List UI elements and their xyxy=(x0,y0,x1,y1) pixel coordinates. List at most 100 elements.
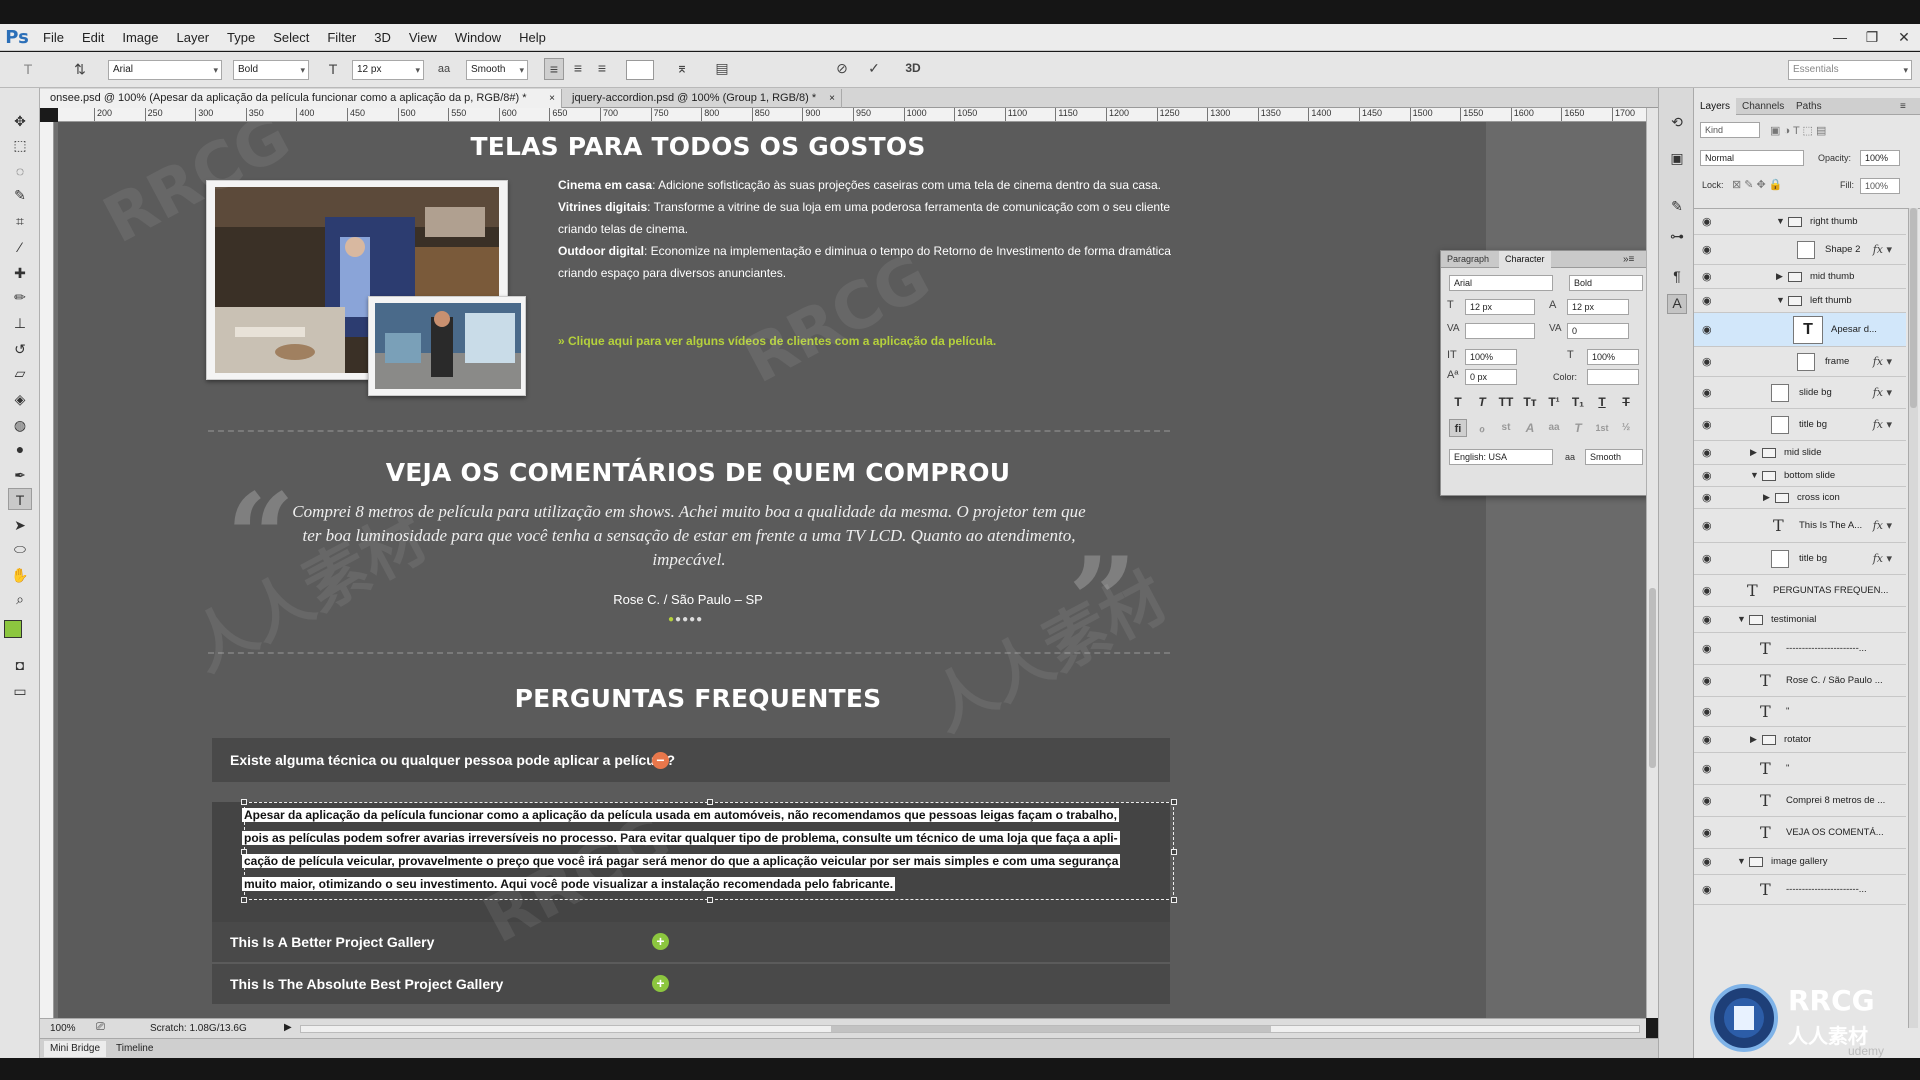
swash-icon[interactable]: A xyxy=(1521,419,1539,437)
actions-panel-icon[interactable]: ▣ xyxy=(1667,150,1687,170)
3d-text-icon[interactable]: 3D xyxy=(900,58,926,78)
workspace-select[interactable]: Essentials xyxy=(1788,60,1912,80)
layer-row[interactable]: ◉ T -----------------------... xyxy=(1694,875,1906,905)
plus-icon[interactable]: + xyxy=(652,933,669,950)
marquee-tool-icon[interactable]: ⬚ xyxy=(8,134,32,156)
visibility-eye-icon[interactable]: ◉ xyxy=(1702,613,1712,626)
visibility-eye-icon[interactable]: ◉ xyxy=(1702,762,1712,775)
character-panel-icon[interactable]: A xyxy=(1667,294,1687,314)
layer-row[interactable]: ◉ T VEJA OS COMENTÁ... xyxy=(1694,817,1906,849)
discretionary-ligatures-icon[interactable]: st xyxy=(1497,419,1515,437)
layer-row[interactable]: ◉ T PERGUNTAS FREQUEN... xyxy=(1694,575,1906,607)
ligatures-icon[interactable]: fi xyxy=(1449,419,1467,437)
panel-menu-icon[interactable]: ≡ xyxy=(1894,98,1912,115)
zoom-tool-icon[interactable]: ⌕ xyxy=(8,588,32,610)
dodge-tool-icon[interactable]: ● xyxy=(8,438,32,460)
layer-effects-icon[interactable]: fx ▾ xyxy=(1873,519,1892,532)
faq-item-3[interactable]: This Is The Absolute Best Project Galler… xyxy=(212,964,1170,1004)
quick-mask-icon[interactable]: ◘ xyxy=(8,654,32,676)
minimize-button[interactable]: — xyxy=(1824,24,1856,50)
layer-row[interactable]: ◉ T Comprei 8 metros de ... xyxy=(1694,785,1906,817)
menu-layer[interactable]: Layer xyxy=(168,30,219,45)
layer-row[interactable]: ◉ slide bg fx ▾ xyxy=(1694,377,1906,409)
contextual-alternates-icon[interactable]: ℴ xyxy=(1473,419,1491,437)
warp-text-icon[interactable]: ⌆ xyxy=(672,58,692,78)
fill-field[interactable]: 100% xyxy=(1860,178,1900,194)
expand-arrow-icon[interactable]: ▶ xyxy=(1763,492,1770,503)
layer-row[interactable]: ◉ frame fx ▾ xyxy=(1694,347,1906,377)
paint-bucket-tool-icon[interactable]: ◈ xyxy=(8,388,32,410)
layer-row[interactable]: ◉ T -----------------------... xyxy=(1694,633,1906,665)
screen-mode-icon[interactable]: ▭ xyxy=(8,680,32,702)
foreground-color-swatch[interactable] xyxy=(4,620,22,638)
faq-item-1[interactable]: Existe alguma técnica ou qualquer pessoa… xyxy=(212,738,1170,782)
close-tab-icon[interactable]: × xyxy=(829,89,835,108)
menu-help[interactable]: Help xyxy=(510,30,555,45)
path-select-tool-icon[interactable]: ➤ xyxy=(8,514,32,536)
text-color-swatch[interactable] xyxy=(626,60,654,80)
healing-brush-tool-icon[interactable]: ✚ xyxy=(8,262,32,284)
menu-3d[interactable]: 3D xyxy=(365,30,400,45)
cp-vertical-scale[interactable]: 100% xyxy=(1465,349,1517,365)
ellipse-tool-icon[interactable]: ⬭ xyxy=(8,538,32,560)
expand-arrow-icon[interactable]: ▶ xyxy=(1776,271,1783,282)
visibility-eye-icon[interactable]: ◉ xyxy=(1702,552,1712,565)
brush-panel-icon[interactable]: ✎ xyxy=(1667,198,1687,218)
tab-timeline[interactable]: Timeline xyxy=(110,1041,159,1057)
font-style-select[interactable]: Bold xyxy=(233,60,309,80)
brush-tool-icon[interactable]: ✏ xyxy=(8,286,32,308)
collapse-arrow-icon[interactable]: ▼ xyxy=(1750,470,1759,480)
cp-antialias[interactable]: Smooth xyxy=(1585,449,1643,465)
layer-row[interactable]: ◉ ▶ rotator xyxy=(1694,727,1906,753)
resize-handle[interactable] xyxy=(707,897,713,903)
lasso-tool-icon[interactable]: ◌ xyxy=(8,160,32,182)
tab-paths[interactable]: Paths xyxy=(1790,98,1828,115)
small-caps-icon[interactable]: Tт xyxy=(1521,393,1539,411)
visibility-eye-icon[interactable]: ◉ xyxy=(1702,642,1712,655)
visibility-eye-icon[interactable]: ◉ xyxy=(1702,323,1712,336)
cp-leading[interactable]: 12 px xyxy=(1567,299,1629,315)
rotator-dots[interactable]: ●●●●● xyxy=(668,614,703,625)
layer-effects-icon[interactable]: fx ▾ xyxy=(1873,355,1892,368)
menu-image[interactable]: Image xyxy=(113,30,167,45)
layer-effects-icon[interactable]: fx ▾ xyxy=(1873,552,1892,565)
visibility-eye-icon[interactable]: ◉ xyxy=(1702,674,1712,687)
paragraph-panel-icon[interactable]: ¶ xyxy=(1667,268,1687,288)
visibility-eye-icon[interactable]: ◉ xyxy=(1702,519,1712,532)
cp-tracking[interactable]: 0 xyxy=(1567,323,1629,339)
ordinals-icon[interactable]: 1st xyxy=(1593,419,1611,437)
close-tab-icon[interactable]: × xyxy=(549,89,555,108)
collapse-arrow-icon[interactable]: ▼ xyxy=(1737,614,1746,624)
subscript-icon[interactable]: T₁ xyxy=(1569,393,1587,411)
visibility-eye-icon[interactable]: ◉ xyxy=(1702,883,1712,896)
tab-paragraph[interactable]: Paragraph xyxy=(1441,251,1495,268)
status-menu-arrow-icon[interactable]: ▶ xyxy=(284,1022,292,1033)
layer-row[interactable]: ◉ ▼ bottom slide xyxy=(1694,465,1906,487)
expand-arrow-icon[interactable]: ▶ xyxy=(1750,447,1757,458)
document-tab-onsee[interactable]: onsee.psd @ 100% (Apesar da aplicação da… xyxy=(40,89,562,108)
menu-view[interactable]: View xyxy=(400,30,446,45)
layer-row[interactable]: ◉ T Apesar d... xyxy=(1694,313,1906,347)
minus-icon[interactable]: − xyxy=(652,752,669,769)
feature-videos-link[interactable]: » Clique aqui para ver alguns vídeos de … xyxy=(558,334,996,348)
faux-italic-icon[interactable]: T xyxy=(1473,393,1491,411)
cp-font-style[interactable]: Bold xyxy=(1569,275,1643,291)
layer-row[interactable]: ◉ T " xyxy=(1694,697,1906,727)
plus-icon[interactable]: + xyxy=(652,975,669,992)
layer-effects-icon[interactable]: fx ▾ xyxy=(1873,418,1892,431)
adjustments-panel-icon[interactable]: ⊶ xyxy=(1667,228,1687,248)
eyedropper-tool-icon[interactable]: ⁄ xyxy=(8,236,32,258)
visibility-eye-icon[interactable]: ◉ xyxy=(1702,826,1712,839)
layer-row[interactable]: ◉ ▼ left thumb xyxy=(1694,289,1906,313)
fractions-icon[interactable]: ½ xyxy=(1617,419,1635,437)
cp-color-swatch[interactable] xyxy=(1587,369,1639,385)
visibility-eye-icon[interactable]: ◉ xyxy=(1702,733,1712,746)
close-window-button[interactable]: ✕ xyxy=(1888,24,1920,50)
layers-scrollbar[interactable] xyxy=(1908,208,1918,1028)
hand-tool-icon[interactable]: ✋ xyxy=(8,564,32,586)
pen-tool-icon[interactable]: ✒ xyxy=(8,464,32,486)
layer-row[interactable]: ◉ ▶ cross icon xyxy=(1694,487,1906,509)
move-tool-icon[interactable]: ✥ xyxy=(8,110,32,132)
layer-filter-kind[interactable]: Kind xyxy=(1700,122,1760,138)
collapse-arrow-icon[interactable]: ▼ xyxy=(1776,295,1785,305)
